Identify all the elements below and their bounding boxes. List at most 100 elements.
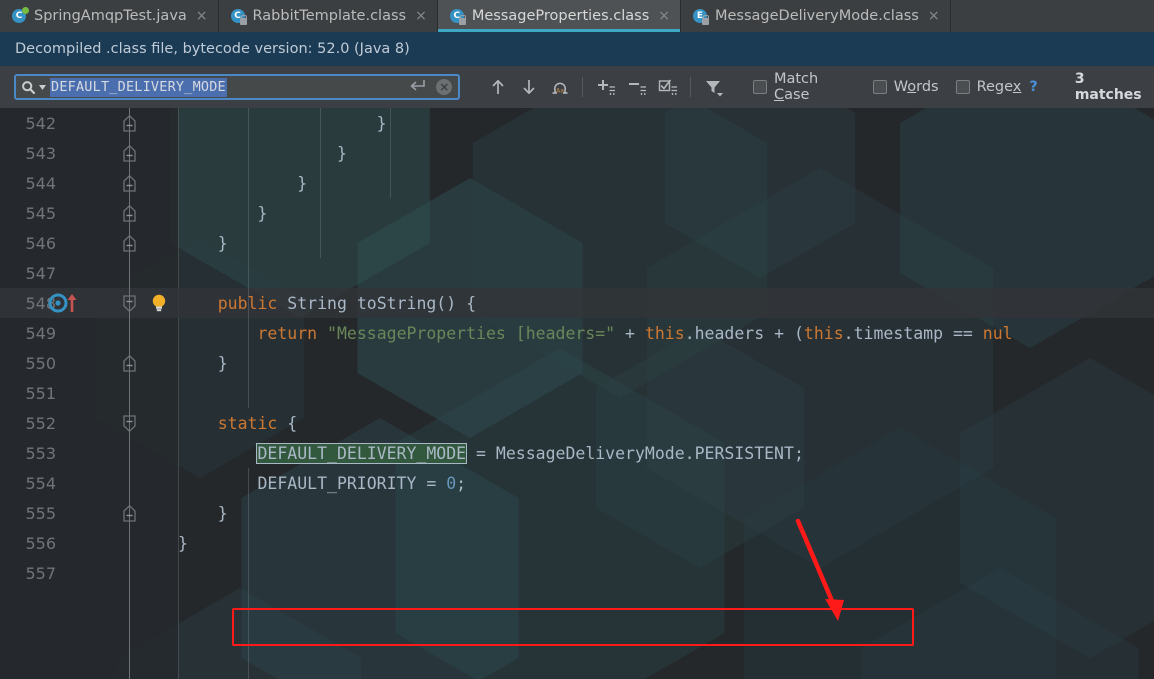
- code-line[interactable]: 551: [0, 378, 1154, 408]
- clear-search-icon[interactable]: ×: [430, 79, 458, 95]
- remove-multiline-button[interactable]: [621, 72, 652, 102]
- words-option[interactable]: Words: [872, 79, 939, 95]
- indent-guide: [390, 108, 391, 198]
- code-line[interactable]: 554 DEFAULT_PRIORITY = 0;: [0, 468, 1154, 498]
- code-line[interactable]: 555 }: [0, 498, 1154, 528]
- match-count-label: 3 matches: [1074, 71, 1142, 103]
- code-line[interactable]: 546 }: [0, 228, 1154, 258]
- code-line[interactable]: 548 public String toString() {: [0, 288, 1154, 318]
- code-token: }: [178, 533, 188, 553]
- notification-text: Decompiled .class file, bytecode version…: [15, 41, 410, 57]
- code-line[interactable]: 553 DEFAULT_DELIVERY_MODE = MessageDeliv…: [0, 438, 1154, 468]
- code-token: .headers: [684, 323, 765, 343]
- editor-tab-0[interactable]: C SpringAmqpTest.java ×: [0, 0, 219, 32]
- line-number: 549: [25, 323, 56, 343]
- code-token: ;: [456, 473, 467, 493]
- line-number: 554: [25, 473, 56, 493]
- editor-tab-2[interactable]: C MessageProperties.class ×: [437, 0, 681, 32]
- code-token: }: [178, 203, 268, 223]
- code-line[interactable]: 542 }: [0, 108, 1154, 138]
- code-token: "MessageProperties [headers=": [327, 323, 616, 343]
- regex-checkbox[interactable]: [955, 80, 970, 94]
- match-case-checkbox[interactable]: [753, 80, 767, 94]
- code-token: DEFAULT_PRIORITY =: [178, 473, 447, 493]
- code-token: }: [178, 503, 228, 523]
- search-input-value: DEFAULT_DELIVERY_MODE: [50, 77, 227, 97]
- line-number: 552: [25, 413, 56, 433]
- indent-guide: [248, 468, 249, 679]
- tab-close-icon[interactable]: ×: [928, 9, 940, 23]
- words-checkbox[interactable]: [872, 80, 887, 94]
- line-number: 545: [25, 203, 56, 223]
- regex-help-icon[interactable]: ?: [1029, 79, 1037, 95]
- match-case-option[interactable]: Match Case: [753, 71, 855, 103]
- fold-spine: [129, 108, 130, 679]
- fold-collapsed-icon[interactable]: [120, 504, 139, 523]
- select-all-multiline-button[interactable]: [652, 72, 683, 102]
- fold-expanded-icon[interactable]: [120, 414, 139, 433]
- fold-collapsed-icon[interactable]: [120, 114, 139, 133]
- java-class-locked-icon: C: [230, 8, 248, 25]
- code-line[interactable]: 557: [0, 558, 1154, 588]
- intention-bulb-icon[interactable]: [150, 293, 168, 317]
- line-content: }: [178, 138, 347, 168]
- code-editor[interactable]: 542 } 543 } 544 } 545 } 546 } 547 548 public S…: [0, 108, 1154, 679]
- code-lines: 542 } 543 } 544 } 545 } 546 } 547 548 public S…: [0, 108, 1154, 679]
- fold-collapsed-icon[interactable]: [120, 234, 139, 253]
- code-line[interactable]: 547: [0, 258, 1154, 288]
- code-token: }: [178, 143, 347, 163]
- fold-collapsed-icon[interactable]: [120, 354, 139, 373]
- line-number: 544: [25, 173, 56, 193]
- match-case-label: Match Case: [773, 71, 819, 103]
- editor-tab-label: SpringAmqpTest.java: [34, 8, 187, 24]
- select-all-occurrences-button[interactable]: Aa: [544, 72, 575, 102]
- editor-tab-1[interactable]: C RabbitTemplate.class ×: [219, 0, 438, 32]
- code-token: this: [803, 323, 844, 343]
- search-dropdown-icon[interactable]: [16, 76, 50, 98]
- code-line[interactable]: 549 return "MessageProperties [headers="…: [0, 318, 1154, 348]
- line-content: }: [178, 498, 228, 528]
- tab-close-icon[interactable]: ×: [196, 9, 208, 23]
- code-token: .timestamp: [843, 323, 944, 343]
- editor-tab-label: RabbitTemplate.class: [252, 8, 407, 24]
- code-token: public: [217, 293, 278, 313]
- fold-collapsed-icon[interactable]: [120, 144, 139, 163]
- line-number: 547: [25, 263, 56, 283]
- overriding-method-icon[interactable]: [48, 293, 82, 317]
- spring-badge-icon: [22, 6, 29, 14]
- return-arrow-icon[interactable]: [404, 78, 430, 96]
- code-line[interactable]: 552 static {: [0, 408, 1154, 438]
- line-content: }: [178, 198, 267, 228]
- line-number: 542: [25, 113, 56, 133]
- lock-badge-icon: [458, 15, 467, 25]
- tab-close-icon[interactable]: ×: [415, 9, 427, 23]
- find-next-button[interactable]: [513, 72, 544, 102]
- line-content: }: [178, 528, 188, 558]
- line-number: 557: [25, 563, 56, 583]
- search-match-highlight: DEFAULT_DELIVERY_MODE: [256, 442, 468, 464]
- code-line[interactable]: 550 }: [0, 348, 1154, 378]
- filter-button[interactable]: [698, 72, 729, 102]
- fold-collapsed-icon[interactable]: [120, 174, 139, 193]
- search-field-wrapper[interactable]: DEFAULT_DELIVERY_MODE ×: [14, 74, 461, 100]
- code-token: }: [178, 173, 308, 193]
- fold-expanded-icon[interactable]: [120, 294, 139, 313]
- code-line[interactable]: 545 }: [0, 198, 1154, 228]
- fold-collapsed-icon[interactable]: [120, 204, 139, 223]
- editor-tab-3[interactable]: E MessageDeliveryMode.class ×: [681, 0, 951, 32]
- code-line[interactable]: 556}: [0, 528, 1154, 558]
- regex-option[interactable]: Regex ?: [955, 79, 1038, 95]
- toolbar-separator: [582, 77, 584, 97]
- editor-tab-bar: C SpringAmqpTest.java × C RabbitTemplate.cla…: [0, 0, 1154, 32]
- clear-search-glyph: ×: [436, 79, 453, 95]
- tab-close-icon[interactable]: ×: [658, 9, 670, 23]
- find-previous-button[interactable]: [482, 72, 513, 102]
- code-line[interactable]: 543 }: [0, 138, 1154, 168]
- line-content: }: [178, 108, 387, 138]
- code-line[interactable]: 544 }: [0, 168, 1154, 198]
- add-multiline-button[interactable]: [590, 72, 621, 102]
- find-toolbar: DEFAULT_DELIVERY_MODE × Aa Match Case Wo…: [0, 66, 1154, 109]
- search-input[interactable]: DEFAULT_DELIVERY_MODE: [50, 76, 404, 98]
- code-token: String: [287, 293, 347, 313]
